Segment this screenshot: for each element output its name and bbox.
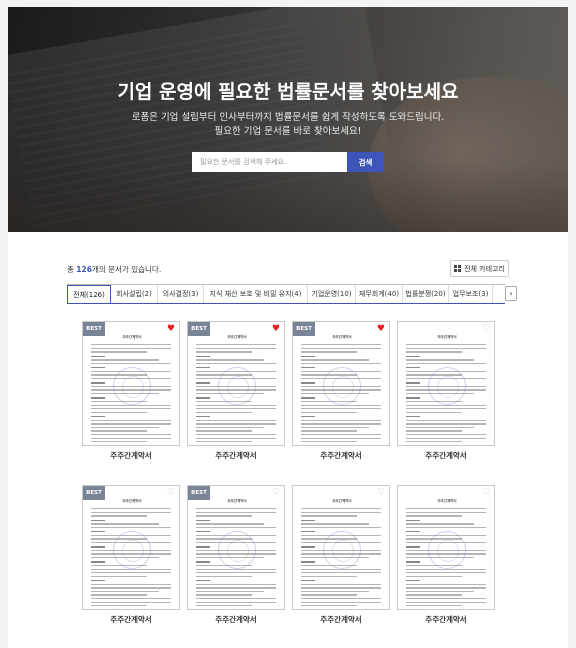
heart-icon[interactable]: ♡ [482,325,490,334]
document-card[interactable]: BEST ♡ 주주간계약서 주주간계약서 [187,485,285,625]
document-card[interactable]: BEST ♥ 주주간계약서 주주간계약서 [82,321,180,461]
heart-icon[interactable]: ♡ [377,489,385,498]
heart-icon[interactable]: ♥ [167,325,175,334]
document-thumbnail[interactable]: BEST ♥ 주주간계약서 [292,321,390,446]
document-thumbnail[interactable]: ♡ 주주간계약서 [397,321,495,446]
tab-4[interactable]: 기업운영(10) [308,285,356,303]
watermark-seal [323,367,361,405]
document-name[interactable]: 주주간계약서 [397,450,495,461]
watermark-seal [218,531,256,569]
thumbnail-title: 주주간계약서 [227,499,247,503]
hero-title: 기업 운영에 필요한 법률문서를 찾아보세요 [117,81,459,103]
document-thumbnail[interactable]: ♡ 주주간계약서 [292,485,390,610]
document-card[interactable]: BEST ♥ 주주간계약서 주주간계약서 [292,321,390,461]
tab-3[interactable]: 지식 재산 보호 및 비밀 유지(4) [204,285,308,303]
thumbnail-title: 주주간계약서 [332,499,352,503]
chevron-right-icon[interactable]: › [505,286,517,301]
document-name[interactable]: 주주간계약서 [187,450,285,461]
document-card[interactable]: ♡ 주주간계약서 주주간계약서 [397,485,495,625]
document-name[interactable]: 주주간계약서 [292,450,390,461]
document-thumbnail[interactable]: BEST ♥ 주주간계약서 [82,321,180,446]
hero-banner: 기업 운영에 필요한 법률문서를 찾아보세요 로폼은 기업 설립부터 인사부터까… [8,7,568,232]
watermark-seal [113,531,151,569]
best-badge: BEST [188,322,210,336]
best-badge: BEST [293,322,315,336]
document-card[interactable]: ♡ 주주간계약서 주주간계약서 [397,321,495,461]
document-name[interactable]: 주주간계약서 [397,614,495,625]
best-badge: BEST [83,322,105,336]
document-card[interactable]: BEST ♥ 주주간계약서 주주간계약서 [187,321,285,461]
best-badge: BEST [188,486,210,500]
page: 기업 운영에 필요한 법률문서를 찾아보세요 로폼은 기업 설립부터 인사부터까… [8,7,568,648]
tab-1[interactable]: 회사설립(2) [111,285,158,303]
document-thumbnail[interactable]: BEST ♡ 주주간계약서 [187,485,285,610]
document-thumbnail[interactable]: ♡ 주주간계약서 [397,485,495,610]
document-name[interactable]: 주주간계약서 [82,450,180,461]
thumbnail-title: 주주간계약서 [227,335,247,339]
thumbnail-title: 주주간계약서 [122,335,142,339]
watermark-seal [323,531,361,569]
document-name[interactable]: 주주간계약서 [82,614,180,625]
heart-icon[interactable]: ♡ [272,489,280,498]
thumbnail-title: 주주간계약서 [332,335,352,339]
heart-icon[interactable]: ♡ [482,489,490,498]
thumbnail-title: 주주간계약서 [122,499,142,503]
search-button[interactable]: 검색 [347,152,384,172]
thumbnail-title: 주주간계약서 [437,499,457,503]
heart-icon[interactable]: ♥ [272,325,280,334]
hero-subtitle-line2: 필요한 기업 문서를 바로 찾아보세요! [214,126,362,137]
heart-icon[interactable]: ♡ [167,489,175,498]
tab-7[interactable]: 업무보조(3) [449,285,493,303]
tab-0[interactable]: 전체(126) [67,285,111,303]
search-input[interactable] [192,152,347,172]
tab-2[interactable]: 의사결정(3) [158,285,204,303]
best-badge: BEST [83,486,105,500]
document-count-number: 126 [76,265,92,274]
document-card[interactable]: BEST ♡ 주주간계약서 주주간계약서 [82,485,180,625]
tab-5[interactable]: 재무회계(40) [356,285,403,303]
watermark-seal [113,367,151,405]
category-tabs: 전체(126) 회사설립(2) 의사결정(3) 지식 재산 보호 및 비밀 유지(4)… [67,284,505,304]
document-name[interactable]: 주주간계약서 [292,614,390,625]
grid-icon [454,265,462,272]
watermark-seal [428,367,466,405]
document-count: 총 126개의 문서가 있습니다. [67,265,162,274]
document-thumbnail[interactable]: BEST ♡ 주주간계약서 [82,485,180,610]
watermark-seal [218,367,256,405]
all-categories-button[interactable]: 전체 카테고리 [450,260,509,277]
document-name[interactable]: 주주간계약서 [187,614,285,625]
watermark-seal [428,531,466,569]
heart-icon[interactable]: ♥ [377,325,385,334]
search-bar: 검색 [192,152,384,172]
tab-6[interactable]: 법률분쟁(20) [403,285,449,303]
hero-subtitle-line1: 로폼은 기업 설립부터 인사부터까지 법률문서를 쉽게 작성하도록 도와드립니다… [131,112,445,123]
thumbnail-title: 주주간계약서 [437,335,457,339]
document-card[interactable]: ♡ 주주간계약서 주주간계약서 [292,485,390,625]
document-thumbnail[interactable]: BEST ♥ 주주간계약서 [187,321,285,446]
